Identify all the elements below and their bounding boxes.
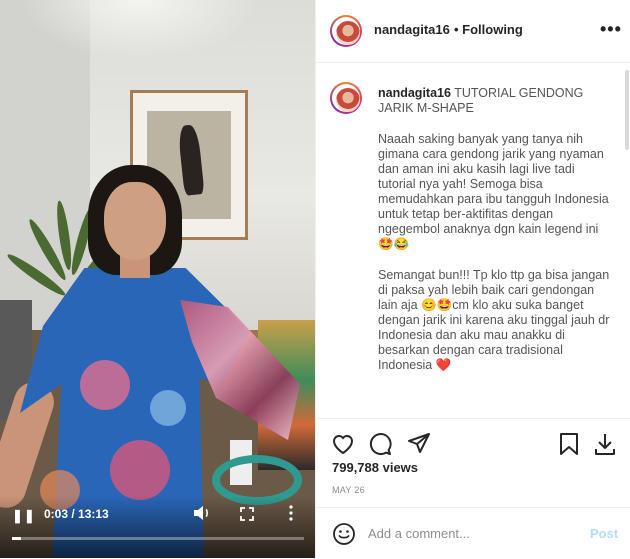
caption-paragraph-1: Naaah saking banyak yang tanya nih giman… [378,132,609,251]
views-count[interactable]: 799,788 views [332,460,418,475]
post-date: MAY 26 [332,485,365,495]
comment-input[interactable] [368,522,568,544]
more-options-icon[interactable]: ••• [600,19,622,40]
heart-icon[interactable] [330,431,356,457]
following-status[interactable]: • Following [454,22,523,37]
post-panel: nandagita16 • Following ••• nandagita16 … [315,0,630,558]
avatar-border [332,17,360,45]
fullscreen-icon[interactable] [240,507,254,521]
volume-icon[interactable] [193,505,211,521]
more-vertical-icon[interactable] [288,504,294,522]
share-icon[interactable] [406,431,432,457]
video-progress-bar[interactable] [12,537,304,540]
person-face [104,182,166,260]
video-progress-fill [12,537,21,540]
dress-flower [150,390,186,426]
caption-avatar[interactable] [330,82,362,114]
scrollbar[interactable] [625,70,629,150]
bookmark-icon[interactable] [556,431,582,457]
header-username[interactable]: nandagita16 [374,22,450,37]
smile-icon[interactable] [332,522,356,546]
video-light [20,0,260,60]
video-player[interactable]: ❚❚ 0:03 / 13:13 [0,0,315,558]
post-button[interactable]: Post [590,526,618,541]
dress-flower [80,360,130,410]
download-icon[interactable] [592,431,618,457]
avatar-image [336,21,360,45]
dress-flower [110,440,170,500]
comment-bar: Post [316,507,630,559]
caption-paragraph-2: Semangat bun!!! Tp klo ttp ga bisa janga… [378,268,610,372]
caption-username[interactable]: nandagita16 [378,86,451,100]
avatar[interactable] [330,15,362,47]
avatar-image [336,88,360,112]
comment-icon[interactable] [368,431,394,457]
post-header: nandagita16 • Following ••• [316,0,630,63]
avatar-border [332,84,360,112]
video-time: 0:03 / 13:13 [44,507,109,521]
pause-button[interactable]: ❚❚ [12,508,35,523]
painting-figure [177,124,205,196]
video-controls [0,496,315,558]
caption: nandagita16 TUTORIAL GENDONG JARIK M-SHA… [378,86,614,373]
